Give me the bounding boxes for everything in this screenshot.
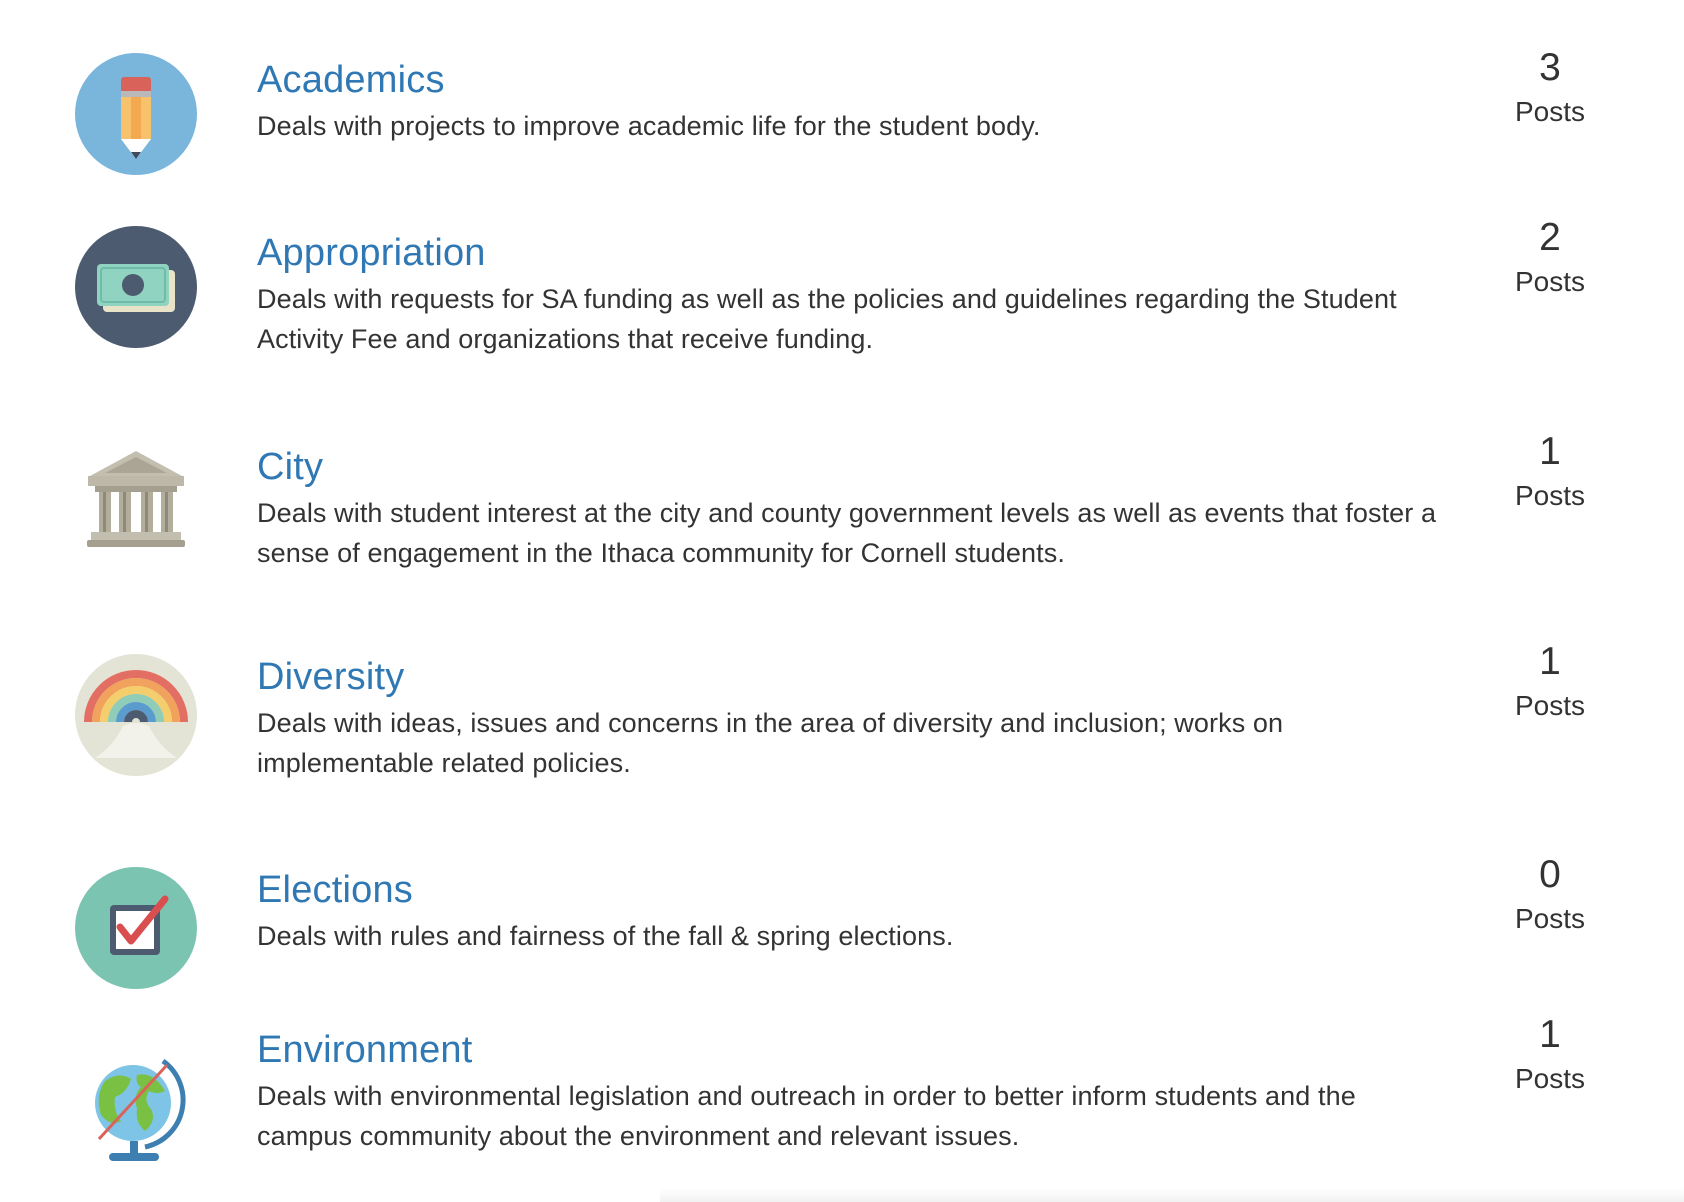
post-count-academics: 3 Posts: [1480, 46, 1620, 132]
category-row-appropriation: Appropriation Deals with requests for SA…: [0, 180, 1684, 360]
rainbow-icon: [75, 654, 197, 776]
bottom-edge-shadow: [660, 1188, 1684, 1202]
post-count-number: 1: [1539, 430, 1561, 473]
category-description-environment: Deals with environmental legislation and…: [257, 1081, 1356, 1151]
post-count-number: 3: [1539, 46, 1561, 89]
government-building-icon: [75, 448, 197, 570]
post-count-number: 1: [1539, 1013, 1561, 1056]
category-description-appropriation: Deals with requests for SA funding as we…: [257, 284, 1397, 354]
category-title-elections[interactable]: Elections: [257, 867, 413, 913]
post-count-label: Posts: [1514, 480, 1586, 511]
category-row-elections: Elections Deals with rules and fairness …: [0, 817, 1684, 997]
post-count-environment: 1 Posts: [1480, 1013, 1620, 1099]
post-count-elections: 0 Posts: [1480, 853, 1620, 939]
category-title-environment[interactable]: Environment: [257, 1027, 473, 1073]
category-title-academics[interactable]: Academics: [257, 57, 445, 103]
category-description-academics: Deals with projects to improve academic …: [257, 111, 1041, 141]
post-count-number: 0: [1539, 853, 1561, 896]
category-list: Academics Deals with projects to improve…: [0, 0, 1684, 1202]
post-count-number: 2: [1539, 216, 1561, 259]
ballot-checkbox-icon: [75, 867, 197, 989]
category-row-environment: Environment Deals with environmental leg…: [0, 989, 1684, 1169]
globe-icon: [75, 1051, 197, 1173]
post-count-label: Posts: [1514, 690, 1586, 721]
category-row-diversity: Diversity Deals with ideas, issues and c…: [0, 604, 1684, 784]
category-description-elections: Deals with rules and fairness of the fal…: [257, 921, 954, 951]
category-row-academics: Academics Deals with projects to improve…: [0, 0, 1684, 180]
category-title-diversity[interactable]: Diversity: [257, 654, 404, 700]
post-count-number: 1: [1539, 640, 1561, 683]
post-count-appropriation: 2 Posts: [1480, 216, 1620, 302]
post-count-label: Posts: [1514, 96, 1586, 127]
post-count-label: Posts: [1514, 903, 1586, 934]
category-title-city[interactable]: City: [257, 444, 323, 490]
category-description-city: Deals with student interest at the city …: [257, 498, 1437, 568]
post-count-label: Posts: [1514, 266, 1586, 297]
post-count-city: 1 Posts: [1480, 430, 1620, 516]
category-description-diversity: Deals with ideas, issues and concerns in…: [257, 708, 1284, 778]
post-count-label: Posts: [1514, 1063, 1586, 1094]
post-count-diversity: 1 Posts: [1480, 640, 1620, 726]
pencil-icon: [75, 53, 197, 175]
category-title-appropriation[interactable]: Appropriation: [257, 230, 486, 276]
money-icon: [75, 226, 197, 348]
category-row-city: City Deals with student interest at the …: [0, 394, 1684, 574]
